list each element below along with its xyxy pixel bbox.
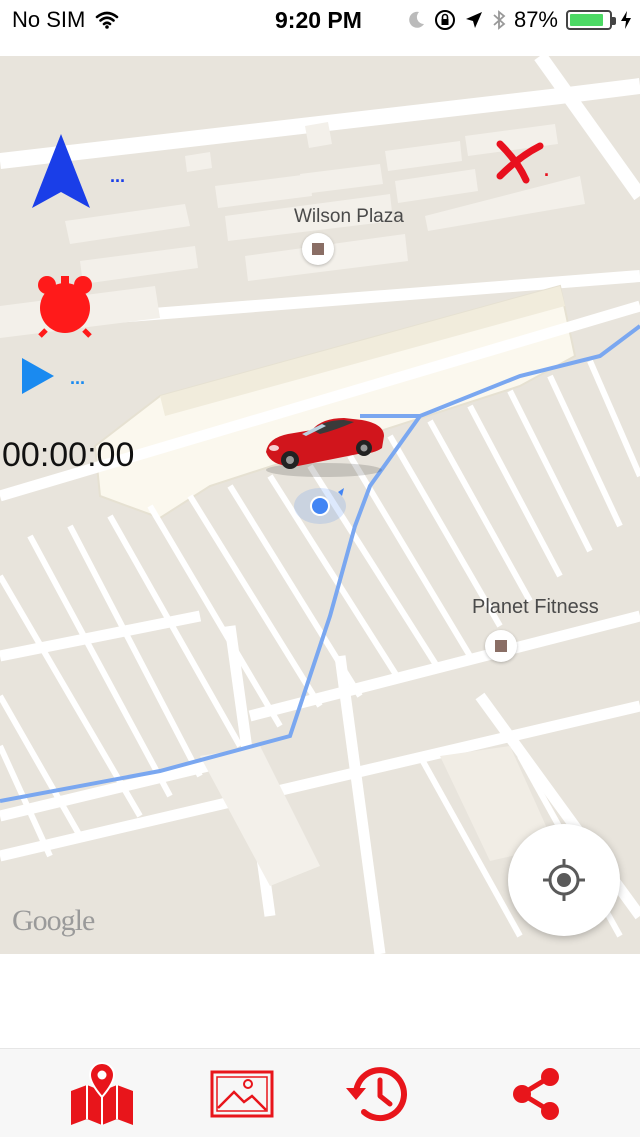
tab-history[interactable] — [336, 1059, 416, 1129]
trip-timer: 00:00:00 — [2, 436, 135, 474]
close-dot: . — [544, 160, 550, 180]
battery-percent: 87% — [513, 7, 558, 32]
carrier-label: No SIM — [12, 7, 86, 32]
status-left: No SIM — [12, 7, 119, 33]
play-value: ... — [70, 368, 86, 388]
tab-photos[interactable] — [202, 1059, 282, 1129]
moon-icon — [406, 10, 426, 30]
clock: 9:20 PM — [275, 7, 362, 33]
map-pin-icon — [71, 1061, 133, 1125]
heading-value: ... — [110, 166, 126, 186]
tab-map[interactable] — [62, 1059, 142, 1129]
history-icon — [346, 1067, 407, 1122]
alarm-clock-icon[interactable] — [34, 274, 96, 338]
battery-fill — [570, 14, 604, 26]
poi-marker-icon[interactable] — [302, 233, 334, 265]
status-right: 87% — [406, 7, 632, 33]
wifi-icon — [95, 10, 119, 30]
place-label-planet-fitness[interactable]: Planet Fitness — [472, 596, 599, 619]
navigation-arrow-icon[interactable] — [30, 132, 92, 210]
car-icon — [266, 418, 384, 477]
google-attribution: Google — [12, 904, 95, 937]
status-bar: No SIM 9:20 PM 87% — [0, 0, 640, 40]
user-location-icon — [294, 488, 346, 524]
my-location-button[interactable] — [508, 824, 620, 936]
close-icon[interactable] — [496, 140, 546, 184]
poi-marker-icon[interactable] — [485, 630, 517, 662]
play-icon[interactable] — [20, 356, 56, 396]
place-label-wilson-plaza[interactable]: Wilson Plaza — [294, 206, 404, 228]
bottom-tab-bar — [0, 1048, 640, 1137]
map-view[interactable]: Wilson Plaza Planet Fitness ... . ... 00… — [0, 56, 640, 954]
battery-icon — [566, 10, 616, 30]
charging-bolt-icon — [620, 10, 632, 30]
share-icon — [513, 1068, 559, 1120]
location-arrow-icon — [464, 10, 484, 30]
bluetooth-icon — [492, 9, 506, 31]
rotation-lock-icon — [434, 9, 456, 31]
crosshair-icon — [543, 859, 585, 901]
tab-share[interactable] — [496, 1059, 576, 1129]
image-icon — [210, 1070, 274, 1118]
